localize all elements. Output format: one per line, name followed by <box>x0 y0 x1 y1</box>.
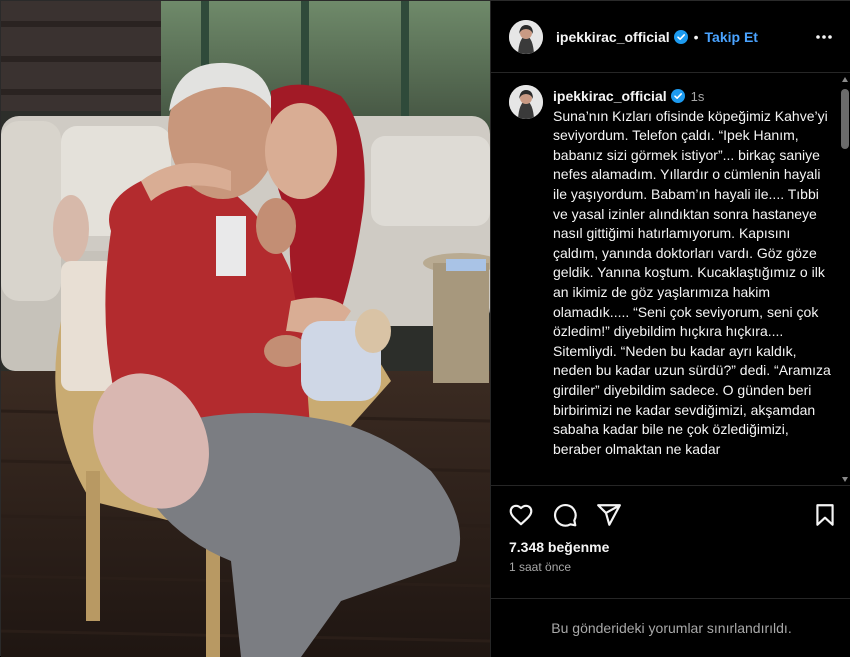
action-bar: 7.348 beğenme 1 saat önce Bu gönderideki… <box>491 485 850 655</box>
avatar[interactable] <box>509 19 543 54</box>
post-header: ipekkirac_official • Takip Et <box>491 1 850 73</box>
comment-icon[interactable] <box>552 502 578 528</box>
scrollbar-thumb[interactable] <box>841 89 849 149</box>
verified-badge-icon <box>670 89 685 103</box>
avatar-image <box>509 19 543 54</box>
caption: ipekkirac_official 1s Suna’nın Kızları of… <box>553 87 835 459</box>
caption-area[interactable]: ipekkirac_official 1s Suna’nın Kızları of… <box>491 73 850 485</box>
avatar-image <box>509 85 543 119</box>
post-timestamp[interactable]: 1 saat önce <box>509 560 571 574</box>
post-modal: ipekkirac_official • Takip Et ipekkirac_… <box>0 0 850 657</box>
share-icon[interactable] <box>596 502 622 528</box>
verified-badge-icon <box>673 29 688 44</box>
bookmark-icon[interactable] <box>812 502 838 528</box>
follow-button[interactable]: Takip Et <box>705 29 758 45</box>
photo-illustration <box>1 1 490 657</box>
caption-time: 1s <box>690 89 705 104</box>
separator-dot: • <box>693 28 699 45</box>
caption-username[interactable]: ipekkirac_official <box>553 88 667 104</box>
username[interactable]: ipekkirac_official <box>556 29 670 45</box>
post-photo[interactable] <box>1 1 490 657</box>
caption-avatar[interactable] <box>509 85 543 119</box>
more-options-icon[interactable] <box>814 27 834 47</box>
likes-count[interactable]: 7.348 beğenme <box>509 539 609 555</box>
caption-text: Suna’nın Kızları ofisinde köpeğimiz Kahv… <box>553 107 831 457</box>
scroll-down-arrow[interactable] <box>842 477 848 482</box>
scroll-up-arrow[interactable] <box>842 77 848 82</box>
comments-restricted-notice: Bu gönderideki yorumlar sınırlandırıldı. <box>491 598 850 656</box>
post-side-panel: ipekkirac_official • Takip Et ipekkirac_… <box>490 1 850 657</box>
heart-icon[interactable] <box>508 502 534 528</box>
